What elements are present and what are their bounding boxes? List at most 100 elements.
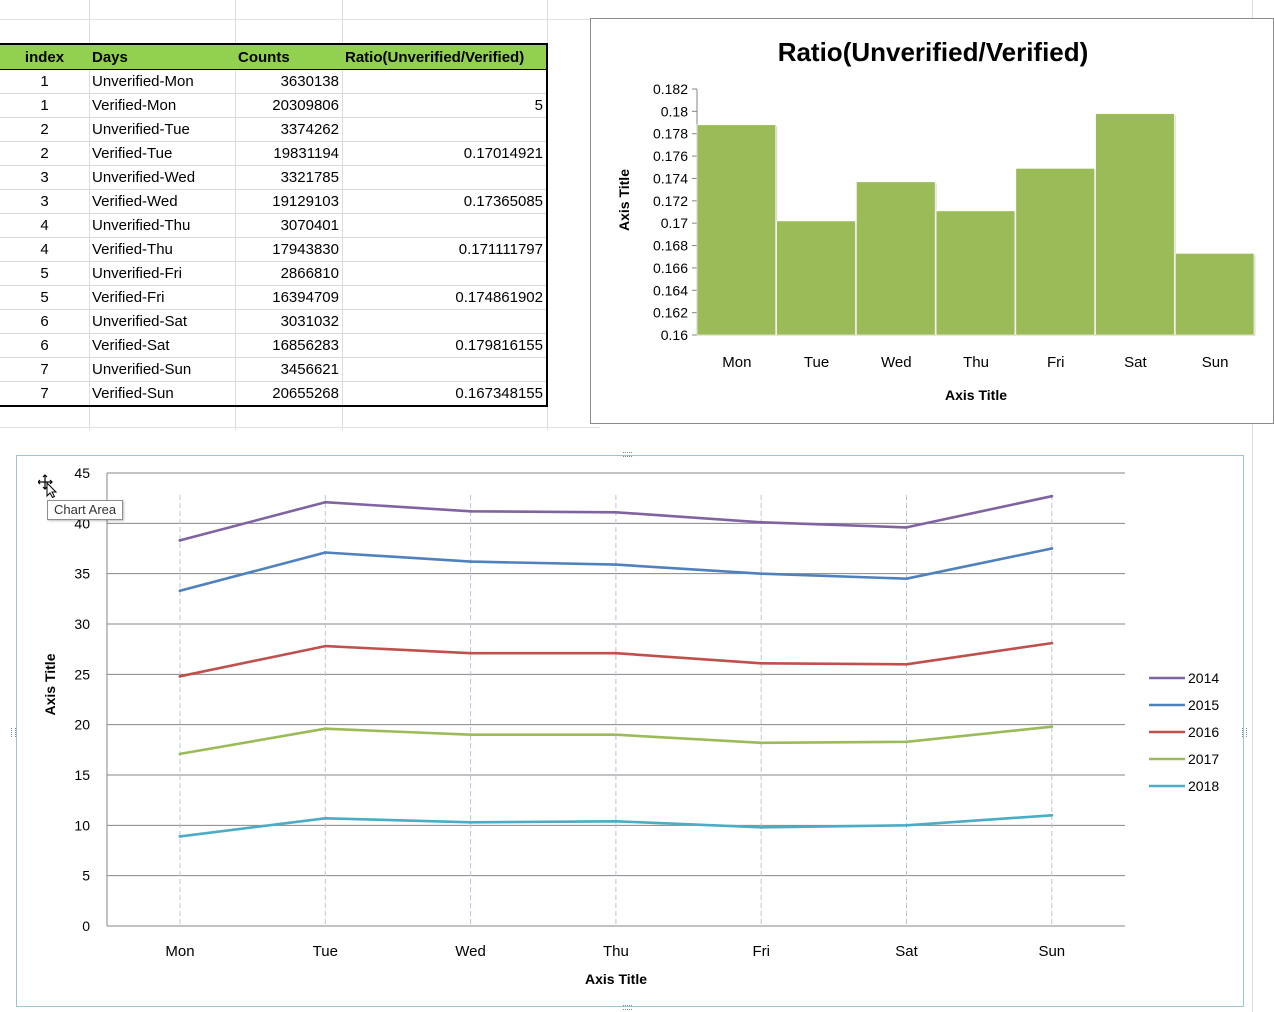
cell-ratio[interactable]: 0.171111797 [342, 237, 548, 262]
data-point-2016 [323, 644, 327, 648]
ratio-bar-chart[interactable]: Ratio(Unverified/Verified) 0.16 0.162 0.164… [590, 18, 1274, 424]
cell-day[interactable]: Unverified-Sat [89, 309, 235, 334]
x-tick-label: Thu [603, 943, 629, 960]
cell-count[interactable]: 19129103 [235, 189, 342, 214]
cell-index[interactable]: 1 [0, 93, 89, 118]
cell-day[interactable]: Verified-Wed [89, 189, 235, 214]
data-point-2015 [759, 572, 763, 576]
cell-day[interactable]: Verified-Fri [89, 285, 235, 310]
bar-mon[interactable] [696, 124, 777, 336]
cell-ratio[interactable]: 0.174861902 [342, 285, 548, 310]
bar-wed[interactable] [856, 181, 936, 336]
data-point-2014 [759, 520, 763, 524]
cell-index[interactable]: 7 [0, 357, 89, 382]
cell-day[interactable]: Verified-Tue [89, 141, 235, 166]
series-line-2014[interactable] [178, 494, 1054, 542]
cell-day[interactable]: Unverified-Fri [89, 261, 235, 286]
line-chart-canvas: 051015202530354045Mon Tue Wed Thu Fri Sat Sun2… [42, 465, 1219, 987]
y-tick-label: 0.164 [653, 282, 688, 298]
table-row: 5 Verified-Fri 16394709 0.174861902 [0, 285, 548, 310]
cell-day[interactable]: Verified-Mon [89, 93, 235, 118]
cell-count[interactable]: 3374262 [235, 117, 342, 142]
cell-ratio[interactable] [342, 357, 548, 382]
cell-ratio[interactable]: 0.167348155 [342, 381, 548, 407]
cell-ratio[interactable] [342, 309, 548, 334]
cell-ratio[interactable] [342, 69, 548, 94]
cell-ratio[interactable]: 5 [342, 93, 548, 118]
data-point-2014 [905, 525, 908, 529]
cell-ratio[interactable] [342, 213, 548, 238]
cell-day[interactable]: Verified-Thu [89, 237, 235, 262]
cell-ratio[interactable] [342, 261, 548, 286]
cell-count[interactable]: 2866810 [235, 261, 342, 286]
x-tick-label: Fri [1047, 354, 1065, 371]
cell-index[interactable]: 5 [0, 285, 89, 310]
cell-day[interactable]: Unverified-Thu [89, 213, 235, 238]
chart-area-tooltip: Chart Area [47, 500, 124, 520]
bar-sun[interactable] [1174, 253, 1255, 336]
bar-tue[interactable] [776, 220, 856, 336]
cell-count[interactable]: 20655268 [235, 381, 342, 407]
cell-index[interactable]: 1 [0, 69, 89, 94]
cell-index[interactable]: 2 [0, 141, 89, 166]
cell-day[interactable]: Unverified-Mon [89, 69, 235, 94]
cell-count[interactable]: 20309806 [235, 93, 342, 118]
cell-count[interactable]: 16394709 [235, 285, 342, 310]
cell-count[interactable]: 19831194 [235, 141, 342, 166]
y-tick-label: 0.166 [653, 260, 688, 276]
resize-handle-top[interactable] [623, 452, 632, 457]
y-tick-label: 45 [74, 465, 90, 481]
legend-label: 2016 [1188, 724, 1219, 740]
bar-fri[interactable] [1015, 168, 1095, 336]
yearly-line-chart[interactable]: 0 5 10 15 20 25 30 35 40 45 Mon Tue Wed Thu Fri Sat Sun 2… [16, 455, 1244, 1007]
data-point-2016 [1050, 641, 1054, 645]
cell-count[interactable]: 16856283 [235, 333, 342, 358]
column-header-ratio[interactable]: Ratio(Unverified/Verified) [342, 43, 548, 70]
column-header-days[interactable]: Days [89, 43, 235, 70]
cell-count[interactable]: 3456621 [235, 357, 342, 382]
cell-index[interactable]: 6 [0, 333, 89, 358]
y-tick-label: 0.178 [653, 126, 688, 142]
cell-index[interactable]: 4 [0, 237, 89, 262]
data-point-2017 [905, 740, 908, 744]
y-tick-label: 25 [74, 666, 90, 682]
cell-index[interactable]: 5 [0, 261, 89, 286]
cell-day[interactable]: Unverified-Tue [89, 117, 235, 142]
cell-index[interactable]: 6 [0, 309, 89, 334]
cell-day[interactable]: Verified-Sun [89, 381, 235, 407]
table-row: 6 Unverified-Sat 3031032 [0, 309, 548, 334]
cell-index[interactable]: 2 [0, 117, 89, 142]
cell-ratio[interactable]: 0.17365085 [342, 189, 548, 214]
table-row: 1 Unverified-Mon 3630138 [0, 69, 548, 94]
cell-ratio[interactable]: 0.17014921 [342, 141, 548, 166]
cell-day[interactable]: Verified-Sat [89, 333, 235, 358]
cell-day[interactable]: Unverified-Sun [89, 357, 235, 382]
cell-index[interactable]: 3 [0, 165, 89, 190]
bar-thu[interactable] [935, 210, 1016, 336]
cell-index[interactable]: 4 [0, 213, 89, 238]
x-tick-label: Sun [1038, 943, 1065, 960]
cell-index[interactable]: 3 [0, 189, 89, 214]
column-header-counts[interactable]: Counts [235, 43, 342, 70]
sheet-gridline [0, 427, 600, 428]
resize-handle-bottom[interactable] [623, 1005, 632, 1010]
resize-handle-right[interactable] [1242, 728, 1247, 737]
cell-count[interactable]: 17943830 [235, 237, 342, 262]
cell-ratio[interactable] [342, 165, 548, 190]
cell-day[interactable]: Unverified-Wed [89, 165, 235, 190]
cell-count[interactable]: 3031032 [235, 309, 342, 334]
resize-handle-left[interactable] [11, 728, 16, 737]
cell-ratio[interactable] [342, 117, 548, 142]
cell-index[interactable]: 7 [0, 381, 89, 407]
cell-count[interactable]: 3630138 [235, 69, 342, 94]
table-row: 3 Verified-Wed 19129103 0.17365085 [0, 189, 548, 214]
bar-sat[interactable] [1095, 113, 1175, 336]
cell-ratio[interactable]: 0.179816155 [342, 333, 548, 358]
data-point-2016 [469, 651, 472, 655]
cell-count[interactable]: 3321785 [235, 165, 342, 190]
cell-count[interactable]: 3070401 [235, 213, 342, 238]
data-point-2017 [614, 733, 618, 737]
data-point-2014 [178, 539, 182, 542]
y-tick-label: 0.16 [661, 327, 688, 343]
column-header-index[interactable]: index [0, 43, 89, 70]
